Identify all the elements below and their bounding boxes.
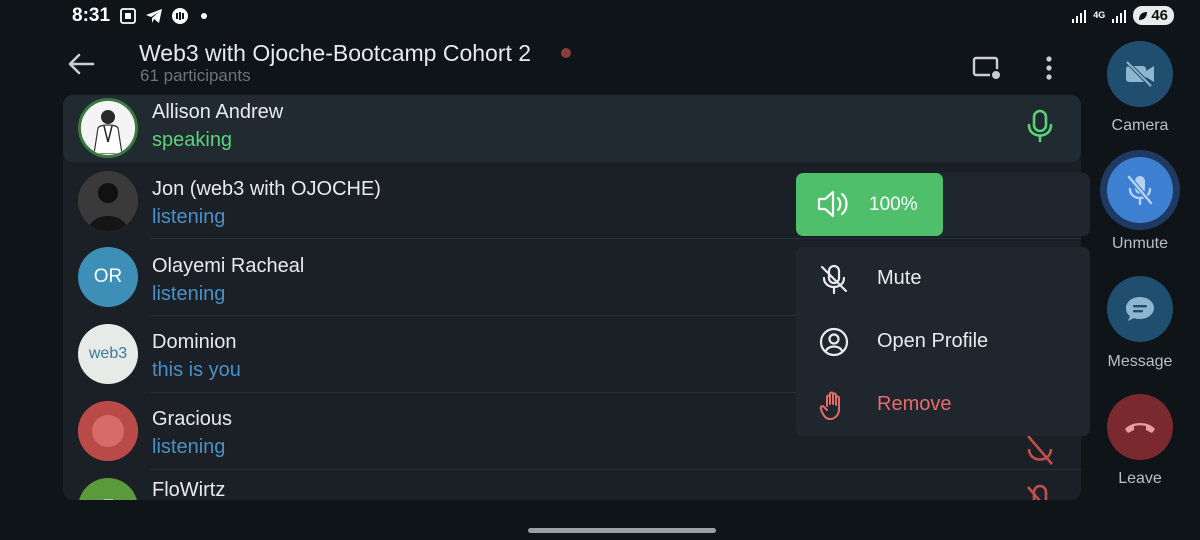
participant-status: speaking (152, 129, 233, 151)
telegram-icon (146, 9, 162, 23)
more-notifications-dot (201, 13, 207, 19)
avatar-initials: F (102, 497, 114, 500)
signal-icon (1072, 9, 1087, 23)
avatar (78, 98, 138, 158)
more-options-icon[interactable] (1038, 54, 1060, 82)
participant-row-flowirtz[interactable]: F FloWirtz (63, 470, 1081, 500)
participant-name: Olayemi Racheal (152, 255, 305, 277)
signal-2-icon (1112, 9, 1127, 23)
message-label: Message (1107, 353, 1173, 370)
avatar-pattern-icon (78, 401, 138, 461)
leave-button[interactable] (1107, 394, 1173, 460)
participant-name: Allison Andrew (152, 101, 284, 123)
battery-indicator: 46 (1133, 6, 1174, 25)
message-button[interactable] (1107, 276, 1173, 342)
status-notification-icons (119, 7, 207, 25)
menu-item-remove[interactable]: Remove (796, 373, 1090, 436)
participant-status: listening (152, 283, 226, 305)
avatar: OR (78, 247, 138, 307)
participant-row-allison[interactable]: Allison Andrew speaking (63, 95, 1081, 162)
home-indicator[interactable] (528, 528, 716, 533)
avatar: F (78, 478, 138, 500)
screen-share-icon[interactable] (972, 55, 1002, 81)
status-time: 8:31 (72, 5, 111, 26)
avatar (78, 401, 138, 461)
menu-item-mute[interactable]: Mute (796, 247, 1090, 310)
camera-button[interactable] (1107, 41, 1173, 107)
battery-level: 46 (1151, 7, 1168, 24)
mic-off-icon (820, 264, 848, 295)
menu-item-label: Mute (877, 267, 922, 289)
hand-icon (819, 391, 840, 420)
participant-status: listening (152, 436, 226, 458)
network-type: 4G (1093, 10, 1106, 20)
menu-item-open-profile[interactable]: Open Profile (796, 310, 1090, 373)
unmute-button[interactable] (1107, 157, 1173, 223)
participant-status: listening (152, 206, 226, 228)
recording-dot (561, 48, 571, 58)
unmute-label: Unmute (1111, 235, 1169, 252)
camera-off-icon (1125, 60, 1154, 88)
participant-name: Gracious (152, 408, 233, 430)
meet-icon (172, 8, 188, 24)
hang-up-icon (1125, 423, 1155, 433)
battery-saver-icon (1139, 11, 1148, 20)
mic-off-icon (1127, 175, 1153, 206)
person-photo-icon (82, 102, 134, 154)
call-title: Web3 with Ojoche-Bootcamp Cohort 2 (139, 40, 532, 66)
participant-count: 61 participants (140, 66, 251, 85)
volume-slider[interactable]: 100% (796, 173, 1090, 236)
avatar-logo-text: web3 (88, 345, 128, 362)
person-photo-icon (78, 171, 138, 231)
status-bar: 8:31 4G 46 (0, 0, 1200, 34)
participant-name: Jon (web3 with OJOCHE) (152, 178, 381, 200)
message-bubble-icon (1126, 297, 1154, 321)
back-arrow-icon[interactable] (66, 50, 96, 78)
avatar (78, 171, 138, 231)
participant-context-menu: Mute Open Profile Remove (796, 247, 1090, 436)
status-system-icons: 4G 46 (1071, 6, 1174, 25)
profile-icon (819, 327, 849, 357)
participant-status: this is you (152, 359, 241, 381)
camera-label: Camera (1111, 117, 1169, 134)
screenshot-icon (120, 8, 136, 24)
avatar: web3 (78, 324, 138, 384)
menu-item-label: Remove (877, 393, 952, 415)
mic-on-icon[interactable] (1025, 109, 1055, 143)
mic-muted-icon[interactable] (1025, 484, 1055, 500)
volume-percent: 100% (869, 194, 918, 215)
speaker-icon (817, 190, 848, 218)
avatar-initials: OR (93, 266, 123, 287)
menu-item-label: Open Profile (877, 330, 989, 352)
participant-name: FloWirtz (152, 479, 226, 500)
leave-label: Leave (1118, 470, 1162, 487)
mic-muted-icon[interactable] (1025, 433, 1055, 467)
participant-name: Dominion (152, 331, 237, 353)
